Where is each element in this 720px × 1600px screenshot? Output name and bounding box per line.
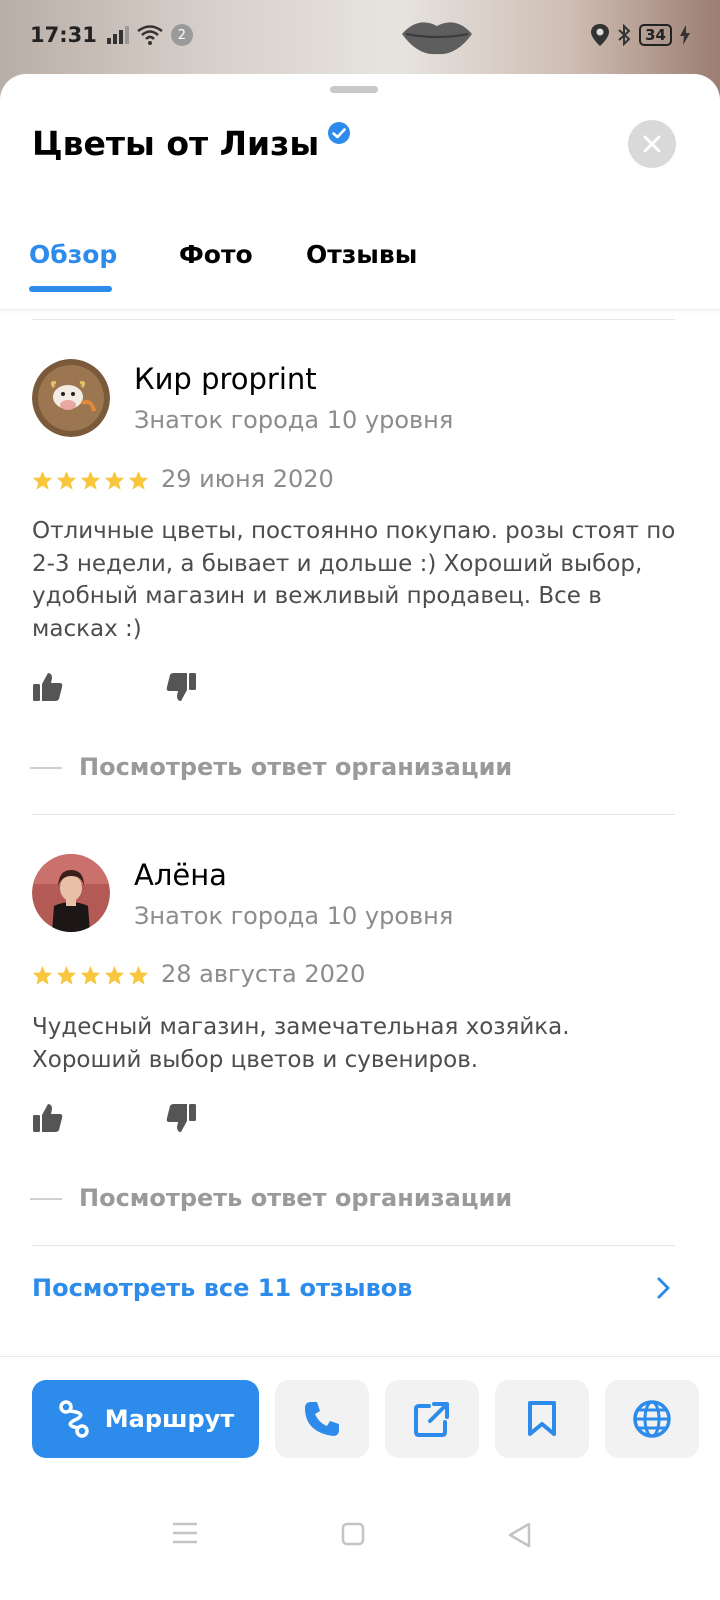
share-icon [414,1402,449,1437]
author-level: Знаток города 10 уровня [134,406,454,434]
close-button[interactable] [628,120,676,168]
share-button[interactable] [385,1380,479,1458]
phone-icon [305,1402,339,1436]
star-icon [80,470,101,490]
route-icon [59,1400,89,1438]
review-date: 29 июня 2020 [161,465,334,493]
dislike-icon[interactable] [165,671,197,703]
chevron-right-icon [657,1277,670,1299]
notification-count-badge: 2 [170,24,193,46]
star-icon [56,470,77,490]
verified-icon [328,121,351,144]
avatar[interactable] [32,359,110,437]
bookmark-icon [528,1401,556,1436]
star-icon [32,965,53,985]
view-org-reply-link[interactable]: Посмотреть ответ организации [79,1184,512,1212]
lips-icon [402,22,472,55]
tab-photo[interactable]: Фото [179,240,253,269]
star-icon [32,470,53,490]
drag-handle[interactable] [330,86,378,93]
tab-overview[interactable]: Обзор [29,240,117,269]
signal-icon [106,26,129,44]
star-icon [104,470,125,490]
wifi-icon [137,25,163,45]
bluetooth-icon [618,24,631,46]
author-level: Знаток города 10 уровня [134,902,454,930]
avatar[interactable] [32,854,110,932]
review-author[interactable]: Алёна [134,858,227,892]
menu-nav-icon[interactable] [172,1522,198,1544]
bookmark-button[interactable] [495,1380,589,1458]
star-icon [128,470,149,490]
dislike-icon[interactable] [165,1102,197,1134]
avatar-image [32,359,110,437]
location-icon [591,24,610,46]
all-reviews-label: Посмотреть все 11 отзывов [32,1274,413,1302]
globe-icon [633,1400,671,1438]
star-icon [104,965,125,985]
place-card-sheet: Цветы от Лизы Обзор Фото Отзывы Кир prop… [0,74,720,1600]
status-time: 17:31 [30,23,97,47]
active-tab-indicator [29,286,112,292]
route-label: Маршрут [104,1405,235,1433]
back-nav-icon[interactable] [507,1522,533,1548]
divider [32,1245,675,1246]
star-icon [80,965,101,985]
home-nav-icon[interactable] [341,1522,365,1546]
route-button[interactable]: Маршрут [32,1380,259,1458]
status-bar: 17:31 2 34 [0,0,720,70]
review-text: Чудесный магазин, замечательная хозяйка.… [32,1014,570,1073]
action-bar-divider [0,1356,720,1357]
reply-dash [30,1198,62,1200]
review-author[interactable]: Кир proprint [134,362,317,396]
close-icon [643,135,661,153]
all-reviews-link[interactable]: Посмотреть все 11 отзывов [32,1274,672,1302]
tab-bar: Обзор Фото Отзывы [0,224,720,310]
charging-icon [680,25,690,45]
call-button[interactable] [275,1380,369,1458]
review-text: Отличные цветы, постоянно покупаю. розы … [32,518,676,642]
view-org-reply-link[interactable]: Посмотреть ответ организации [79,753,512,781]
like-icon[interactable] [32,1102,64,1134]
reply-dash [30,767,62,769]
divider [32,319,675,320]
website-button[interactable] [605,1380,699,1458]
divider [32,814,675,815]
like-icon[interactable] [32,671,64,703]
rating-stars [32,470,149,491]
system-nav-bar [0,1492,720,1600]
star-icon [56,965,77,985]
tab-reviews[interactable]: Отзывы [306,240,417,269]
review-date: 28 августа 2020 [161,960,366,988]
avatar-image [32,854,110,932]
battery-indicator: 34 [639,24,672,46]
place-title: Цветы от Лизы [32,124,320,163]
rating-stars [32,965,149,986]
star-icon [128,965,149,985]
